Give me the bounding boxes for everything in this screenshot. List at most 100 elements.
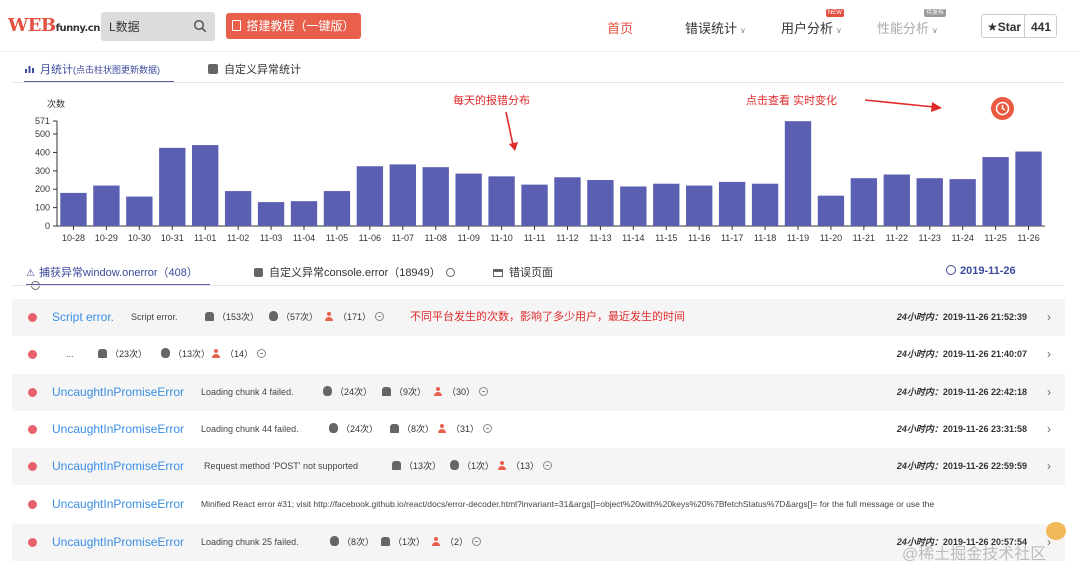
- bar[interactable]: [159, 147, 186, 226]
- bar[interactable]: [850, 178, 878, 226]
- error-row[interactable]: UncaughtInPromiseError Minified React er…: [12, 486, 1065, 523]
- bar[interactable]: [126, 196, 153, 226]
- y-tick-label: 571: [35, 116, 50, 126]
- count-text: （153次）: [217, 312, 260, 322]
- minus-circle-icon[interactable]: [257, 349, 267, 358]
- error-message: Request method 'POST' not supported: [204, 461, 359, 471]
- error-type[interactable]: UncaughtInPromiseError: [52, 374, 184, 411]
- bar[interactable]: [93, 185, 120, 226]
- count-text: （24次）: [335, 387, 373, 397]
- minus-circle-icon[interactable]: [483, 424, 493, 433]
- minus-circle-icon[interactable]: [375, 312, 385, 321]
- platform-count: （13次）: [161, 336, 210, 373]
- error-row[interactable]: UncaughtInPromiseError Loading chunk 44 …: [12, 411, 1065, 448]
- nav-performance[interactable]: 性能分析 ∨ 待发布: [877, 9, 946, 37]
- tab-custom-exception-stats[interactable]: 自定义异常统计: [208, 61, 301, 83]
- bar[interactable]: [224, 191, 252, 226]
- bar[interactable]: [488, 176, 515, 226]
- count-text: （8次）: [342, 537, 375, 547]
- help-icon[interactable]: [445, 268, 455, 277]
- x-tick-label: 10-30: [128, 233, 151, 243]
- count-text: （30）: [447, 387, 476, 397]
- error-row[interactable]: UncaughtInPromiseError Request method 'P…: [12, 448, 1065, 485]
- bar[interactable]: [521, 184, 548, 226]
- user-icon: [325, 312, 335, 321]
- realtime-clock-button[interactable]: [991, 97, 1014, 120]
- chevron-right-icon[interactable]: ›: [1047, 448, 1051, 485]
- chat-bubble-icon[interactable]: [1046, 522, 1066, 540]
- bar[interactable]: [257, 202, 285, 226]
- tab-captured-errors[interactable]: ⚠ 捕获异常window.onerror（408）: [26, 264, 210, 290]
- tab-custom-console-errors[interactable]: 自定义异常console.error（18949）: [254, 264, 455, 286]
- chevron-right-icon[interactable]: ›: [1047, 411, 1051, 448]
- bar[interactable]: [686, 185, 713, 226]
- red-arrow-right-icon: [864, 99, 942, 112]
- bar[interactable]: [192, 145, 219, 226]
- chevron-right-icon[interactable]: ›: [1047, 299, 1051, 336]
- x-tick-label: 11-24: [951, 233, 973, 243]
- error-type[interactable]: UncaughtInPromiseError: [52, 486, 184, 523]
- nav-home[interactable]: 首页: [607, 18, 633, 37]
- error-type[interactable]: Script error.: [52, 299, 114, 336]
- bar[interactable]: [784, 121, 812, 226]
- search-icon[interactable]: [193, 19, 207, 33]
- red-arrow-down-icon: [505, 111, 518, 151]
- x-tick-label: 10-31: [161, 233, 184, 243]
- error-row[interactable]: UncaughtInPromiseError Loading chunk 4 f…: [12, 374, 1065, 411]
- bar[interactable]: [751, 183, 779, 226]
- bar[interactable]: [718, 181, 746, 226]
- count-text: （14）: [225, 349, 254, 359]
- bar[interactable]: [554, 177, 581, 226]
- error-message: Minified React error #31; visit http://f…: [201, 499, 935, 509]
- tab-monthly-stats[interactable]: 月统计(点击柱状图更新数据): [24, 61, 174, 83]
- x-tick-label: 11-26: [1017, 233, 1039, 243]
- user-icon: [212, 349, 222, 358]
- error-type[interactable]: UncaughtInPromiseError: [52, 411, 184, 448]
- chevron-right-icon[interactable]: ›: [1047, 374, 1051, 411]
- error-row[interactable]: Script error. Script error. （153次） （57次）…: [12, 299, 1065, 336]
- nav-user-analysis[interactable]: 用户分析 ∨ NEW: [781, 9, 844, 37]
- chevron-right-icon[interactable]: ›: [1047, 336, 1051, 373]
- bar[interactable]: [620, 186, 647, 226]
- bar[interactable]: [817, 195, 845, 226]
- bar[interactable]: [389, 164, 416, 226]
- minus-circle-icon[interactable]: [472, 537, 482, 546]
- bar[interactable]: [60, 192, 87, 226]
- x-tick-label: 11-19: [787, 233, 809, 243]
- platform-count: （1次）: [450, 448, 494, 485]
- error-type[interactable]: UncaughtInPromiseError: [52, 524, 184, 561]
- logo[interactable]: WEBfunny.cn: [8, 15, 100, 36]
- search-input[interactable]: [109, 18, 189, 35]
- tab-error-page-label: 错误页面: [509, 267, 553, 279]
- error-row[interactable]: ... （23次） （13次） （14） 24小时内：2019-11-26 21…: [12, 336, 1065, 373]
- x-tick-label: 11-15: [655, 233, 677, 243]
- nav-error-stats[interactable]: 错误统计 ∨: [685, 18, 746, 37]
- pending-badge: 待发布: [923, 9, 946, 17]
- bar[interactable]: [883, 174, 910, 226]
- bar[interactable]: [290, 201, 318, 226]
- bar[interactable]: [587, 180, 614, 226]
- nav-error-stats-label: 错误统计: [685, 21, 738, 36]
- x-tick-label: 11-17: [721, 233, 743, 243]
- bar[interactable]: [949, 179, 976, 226]
- bar[interactable]: [916, 178, 943, 226]
- error-type[interactable]: UncaughtInPromiseError: [52, 448, 184, 485]
- last-occurrence: 24小时内：2019-11-26 22:59:59: [897, 448, 1027, 485]
- bar[interactable]: [422, 167, 449, 226]
- minus-circle-icon[interactable]: [543, 461, 553, 470]
- bar[interactable]: [982, 157, 1009, 226]
- annotation-row-note: 不同平台发生的次数，影响了多少用户，最近发生的时间: [410, 311, 685, 323]
- github-star-button[interactable]: ★Star 441: [981, 14, 1057, 38]
- bar[interactable]: [323, 191, 351, 226]
- bar[interactable]: [455, 173, 482, 226]
- tab-error-pages[interactable]: 错误页面: [493, 264, 553, 286]
- minus-circle-icon[interactable]: [479, 387, 489, 396]
- bar[interactable]: [356, 166, 384, 226]
- bar[interactable]: [1015, 151, 1042, 226]
- date-picker[interactable]: 2019-11-26: [946, 265, 1016, 277]
- android-icon: [98, 349, 107, 358]
- annotation-daily: 每天的报错分布: [453, 95, 530, 107]
- build-tutorial-button[interactable]: 搭建教程（一键版）: [226, 13, 361, 39]
- nav-home-label: 首页: [607, 21, 634, 36]
- bar[interactable]: [653, 183, 680, 226]
